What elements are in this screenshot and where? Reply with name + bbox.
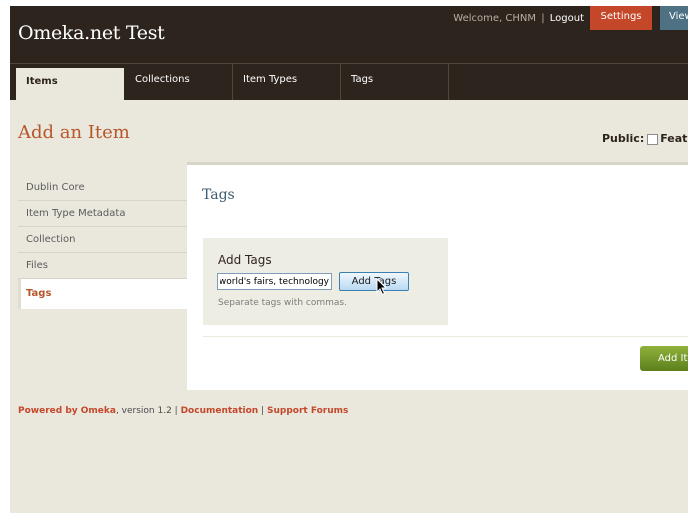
sidebar-item-files[interactable]: Files: [18, 253, 188, 279]
support-forums-link[interactable]: Support Forums: [267, 406, 348, 416]
sidebar-item-dublin-core[interactable]: Dublin Core: [18, 175, 188, 201]
sidebar-item-item-type-metadata[interactable]: Item Type Metadata: [18, 201, 188, 227]
documentation-link[interactable]: Documentation: [181, 406, 259, 416]
settings-button[interactable]: Settings: [590, 6, 652, 30]
user-links-separator: |: [541, 13, 545, 24]
tags-panel: Tags Add Tags Add Tags Separate tags wit…: [187, 162, 688, 390]
section-sidebar: Dublin Core Item Type Metadata Collectio…: [18, 175, 188, 309]
powered-by-link[interactable]: Powered by Omeka: [18, 406, 116, 416]
tab-item-types[interactable]: Item Types: [233, 64, 341, 100]
add-tags-box: Add Tags Add Tags Separate tags with com…: [203, 238, 448, 325]
public-checkbox[interactable]: [647, 133, 659, 145]
tab-tags[interactable]: Tags: [341, 64, 449, 100]
add-item-button[interactable]: Add Item: [640, 346, 688, 371]
mouse-cursor-icon: [376, 278, 388, 296]
public-featured-controls: Public: Featured:: [602, 132, 688, 145]
tags-input[interactable]: [217, 273, 332, 290]
add-tags-button[interactable]: Add Tags: [339, 272, 409, 291]
tab-collections[interactable]: Collections: [125, 64, 233, 100]
sidebar-item-collection[interactable]: Collection: [18, 227, 188, 253]
site-title[interactable]: Omeka.net Test: [18, 22, 165, 44]
page-title: Add an Item: [18, 122, 130, 143]
add-tags-label: Add Tags: [218, 253, 272, 267]
main-nav: Items Collections Item Types Tags: [10, 63, 688, 100]
header: Omeka.net Test Welcome, CHNM | Logout Se…: [10, 6, 688, 63]
welcome-text: Welcome, CHNM: [453, 13, 536, 24]
featured-label: Featured:: [660, 132, 688, 145]
tab-items[interactable]: Items: [16, 68, 124, 100]
tags-help-text: Separate tags with commas.: [218, 298, 347, 308]
sidebar-item-tags[interactable]: Tags: [18, 279, 188, 309]
app-window: Omeka.net Test Welcome, CHNM | Logout Se…: [10, 6, 688, 513]
panel-divider: [203, 336, 688, 337]
panel-title: Tags: [202, 187, 235, 203]
view-public-site-button[interactable]: View: [660, 6, 688, 30]
public-label: Public:: [602, 132, 645, 145]
footer: Powered by Omeka, version 1.2 | Document…: [18, 406, 348, 416]
footer-version: , version 1.2 |: [115, 406, 181, 416]
logout-link[interactable]: Logout: [550, 13, 584, 24]
user-links: Welcome, CHNM | Logout: [453, 13, 584, 24]
footer-separator: |: [258, 406, 267, 416]
